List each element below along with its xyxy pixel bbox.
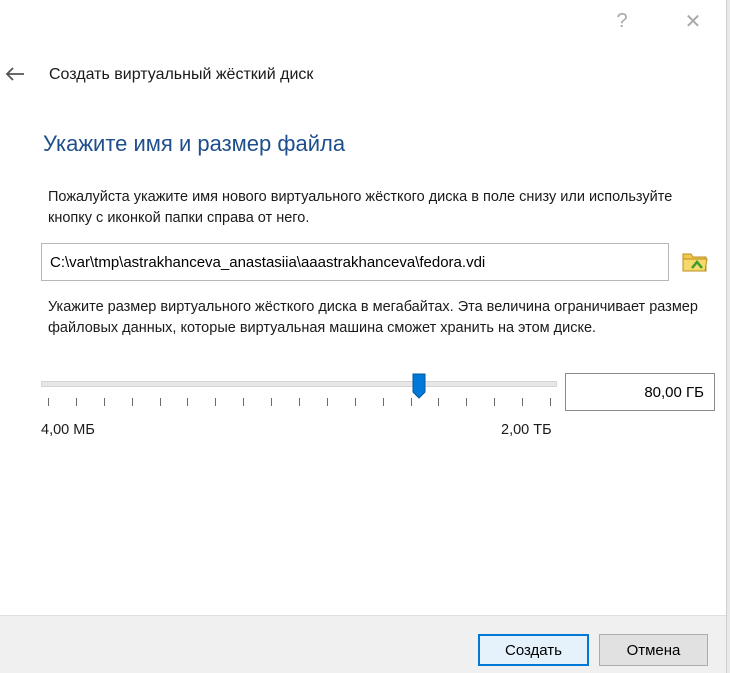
help-button[interactable]: ?: [604, 6, 640, 36]
slider-min-label: 4,00 МБ: [41, 422, 95, 438]
slider-tick: [131, 398, 133, 406]
slider-tick: [326, 398, 328, 406]
slider-tick: [215, 398, 217, 406]
slider-tick: [243, 398, 245, 406]
folder-icon: [682, 253, 708, 272]
size-description: Укажите размер виртуального жёсткого дис…: [48, 299, 698, 336]
slider-tick: [410, 398, 412, 406]
choose-file-button[interactable]: [679, 246, 711, 278]
slider-tick: [48, 398, 49, 406]
cancel-button[interactable]: Отмена: [599, 634, 708, 666]
window-edge: [726, 0, 730, 673]
slider-tick: [494, 398, 496, 406]
wizard-title: Создать виртуальный жёсткий диск: [49, 66, 314, 83]
slider-tick: [159, 398, 161, 406]
close-icon: ✕: [684, 10, 702, 33]
slider-thumb[interactable]: [412, 373, 426, 399]
file-location-description: Пожалуйста укажите имя нового виртуально…: [48, 189, 673, 226]
slider-tick: [550, 398, 551, 406]
slider-tick: [466, 398, 468, 406]
slider-tick: [354, 398, 356, 406]
slider-tick: [187, 398, 189, 406]
create-virtual-disk-dialog: ? ✕ Создать виртуальный жёсткий диск Ука…: [0, 0, 726, 673]
slider-tick: [382, 398, 384, 406]
back-button[interactable]: [2, 60, 28, 88]
help-label: ?: [616, 9, 628, 32]
create-button[interactable]: Создать: [478, 634, 589, 666]
slider-tick: [522, 398, 524, 406]
slider-max-label: 2,00 ТБ: [501, 422, 552, 438]
file-path-input[interactable]: [41, 243, 669, 281]
arrow-left-icon: [5, 67, 24, 81]
slider-tick: [271, 398, 273, 406]
slider-tick: [438, 398, 440, 406]
slider-tick: [299, 398, 300, 406]
size-input[interactable]: [565, 373, 715, 411]
slider-tick: [103, 398, 105, 406]
size-slider[interactable]: [41, 370, 557, 412]
slider-track: [41, 381, 557, 387]
close-button[interactable]: ✕: [675, 6, 711, 36]
page-title: Укажите имя и размер файла: [43, 131, 346, 156]
slider-tick: [75, 398, 77, 406]
